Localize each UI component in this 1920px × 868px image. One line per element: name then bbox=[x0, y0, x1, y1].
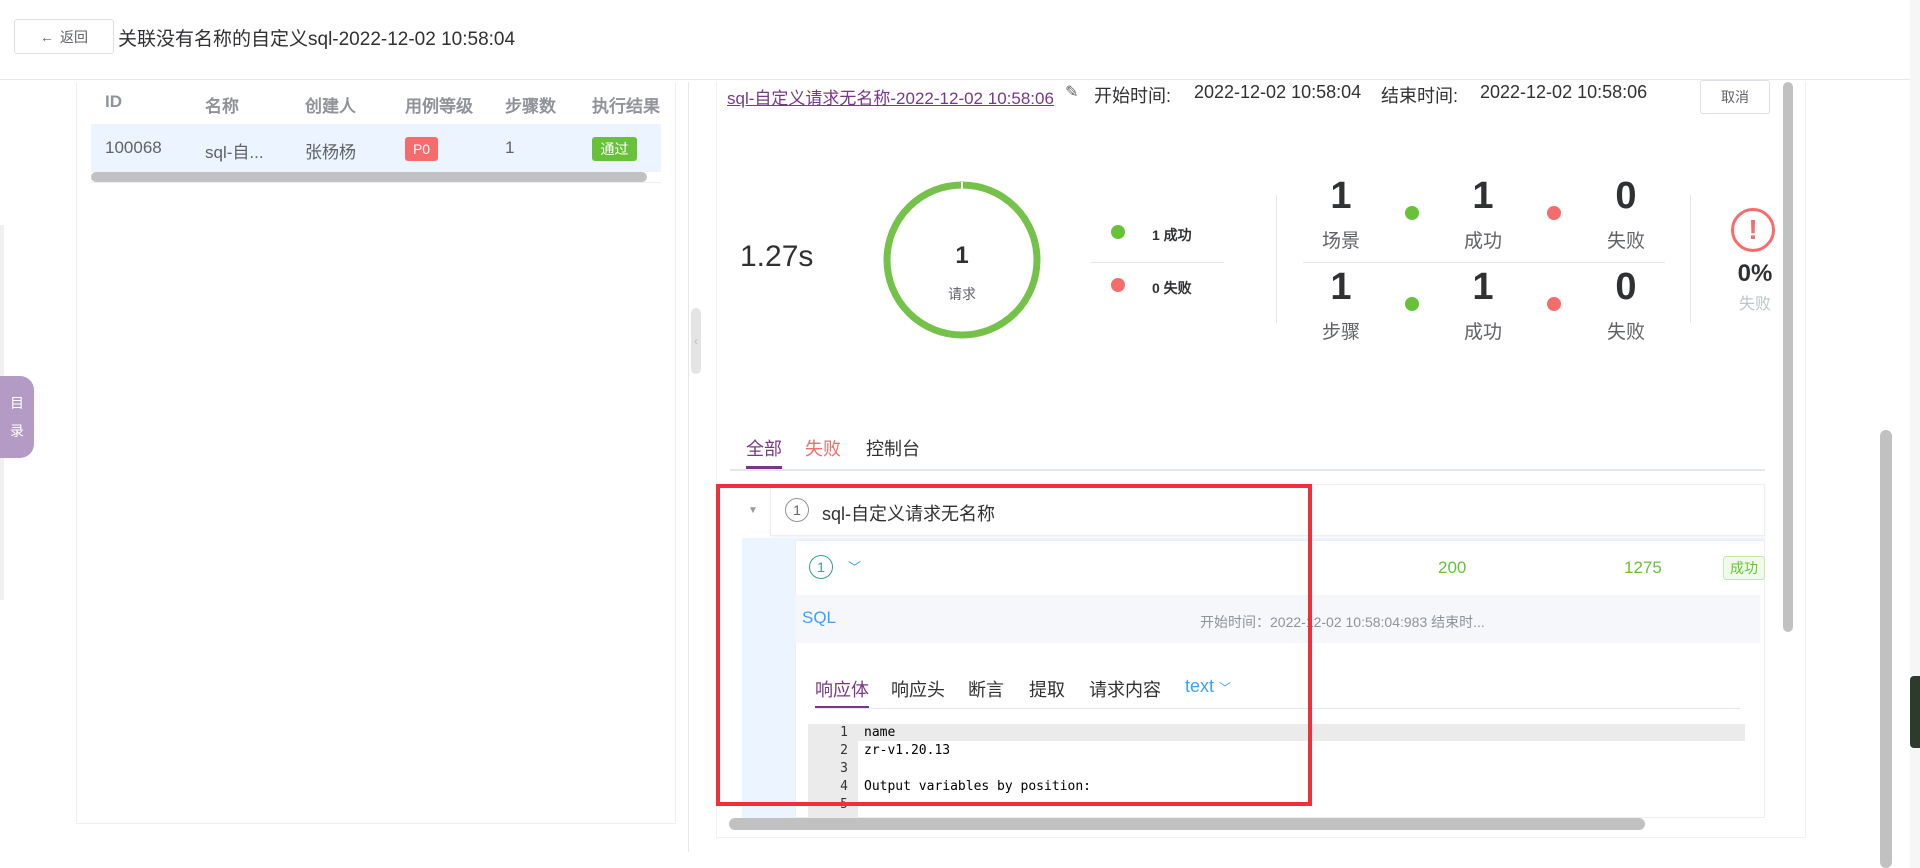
column-header-id[interactable]: ID bbox=[105, 92, 122, 112]
legend-divider bbox=[1090, 262, 1224, 263]
request-count: 1 bbox=[955, 242, 969, 269]
catalog-side-tab[interactable]: 目 录 bbox=[0, 376, 34, 458]
legend-fail: 0 失败 bbox=[1152, 280, 1192, 296]
stats-grid-divider bbox=[1303, 262, 1665, 263]
status-badge: 成功 bbox=[1723, 556, 1765, 580]
fail-percentage-label: 失败 bbox=[1738, 296, 1771, 313]
table-row[interactable] bbox=[91, 124, 661, 172]
scenario-success-dot bbox=[1405, 206, 1419, 220]
step-success-count: 1 bbox=[1472, 266, 1494, 308]
duration-value: 1.27s bbox=[740, 240, 814, 273]
cell-name: sql-自... bbox=[205, 143, 264, 162]
end-time-label: 结束时间: bbox=[1381, 86, 1459, 106]
legend-success: 1 成功 bbox=[1152, 227, 1192, 243]
start-time-value: 2022-12-02 10:58:04 bbox=[1194, 82, 1362, 102]
scenario-label: 场景 bbox=[1321, 231, 1360, 252]
highlight-annotation-box bbox=[716, 484, 1312, 806]
start-time-label: 开始时间: bbox=[1094, 86, 1172, 106]
step-fail-label: 失败 bbox=[1606, 322, 1645, 343]
desktop-widget bbox=[1910, 676, 1920, 748]
response-size: 1275 bbox=[1624, 558, 1662, 577]
column-header-level[interactable]: 用例等级 bbox=[405, 92, 473, 117]
side-tab-char-2: 录 bbox=[10, 423, 24, 439]
active-tab-indicator bbox=[746, 466, 782, 469]
cell-steps: 1 bbox=[505, 138, 515, 157]
report-vertical-scrollbar[interactable] bbox=[1783, 82, 1793, 632]
cell-id: 100068 bbox=[105, 138, 162, 157]
panel-splitter bbox=[688, 82, 689, 852]
chevron-left-icon: ‹ bbox=[694, 334, 698, 348]
request-label: 请求 bbox=[948, 286, 976, 302]
scenario-success-label: 成功 bbox=[1463, 231, 1502, 252]
scenario-count: 1 bbox=[1330, 175, 1352, 217]
success-dot bbox=[1111, 225, 1125, 239]
cancel-button[interactable]: 取消 bbox=[1700, 80, 1770, 114]
step-fail-count: 0 bbox=[1615, 266, 1637, 308]
stats-divider-right bbox=[1690, 195, 1691, 323]
cell-creator: 张杨杨 bbox=[305, 143, 356, 162]
step-count: 1 bbox=[1330, 266, 1352, 308]
tab-all[interactable]: 全部 bbox=[746, 435, 782, 461]
splitter-handle[interactable]: ‹ bbox=[691, 308, 701, 374]
step-fail-dot bbox=[1547, 297, 1561, 311]
step-label: 步骤 bbox=[1321, 322, 1360, 343]
edit-icon[interactable]: ✎ bbox=[1065, 82, 1083, 101]
step-success-label: 成功 bbox=[1463, 322, 1502, 343]
back-button-label: 返回 bbox=[60, 28, 88, 45]
back-button[interactable]: ← 返回 bbox=[14, 19, 114, 54]
fail-dot bbox=[1111, 278, 1125, 292]
scenario-fail-count: 0 bbox=[1615, 175, 1637, 217]
report-horizontal-scrollbar[interactable] bbox=[729, 818, 1645, 830]
table-horizontal-scrollbar[interactable] bbox=[91, 172, 647, 182]
scenario-fail-dot bbox=[1547, 206, 1561, 220]
tab-fail[interactable]: 失败 bbox=[805, 435, 841, 461]
step-success-dot bbox=[1405, 297, 1419, 311]
page-vertical-scrollbar[interactable] bbox=[1880, 430, 1892, 868]
level-tag: P0 bbox=[405, 137, 438, 161]
arrow-left-icon: ← bbox=[40, 28, 54, 45]
result-tag: 通过 bbox=[592, 137, 637, 161]
stats-divider-left bbox=[1276, 195, 1277, 323]
row-divider bbox=[91, 182, 661, 183]
case-list-panel bbox=[76, 82, 676, 824]
tab-bar-line bbox=[730, 469, 1765, 471]
side-tab-char-1: 目 bbox=[10, 395, 24, 411]
column-header-steps[interactable]: 步骤数 bbox=[505, 92, 556, 117]
report-name-link[interactable]: sql-自定义请求无名称-2022-12-02 10:58:06 bbox=[727, 84, 1054, 109]
scenario-success-count: 1 bbox=[1472, 175, 1494, 217]
column-header-creator[interactable]: 创建人 bbox=[305, 92, 356, 117]
column-header-name[interactable]: 名称 bbox=[205, 92, 239, 117]
page-title: 关联没有名称的自定义sql-2022-12-02 10:58:04 bbox=[118, 29, 516, 50]
scenario-fail-label: 失败 bbox=[1606, 231, 1645, 252]
fail-percentage: 0% bbox=[1737, 260, 1773, 287]
warning-icon: ! bbox=[1731, 208, 1775, 252]
response-status-code: 200 bbox=[1438, 558, 1467, 577]
column-header-result[interactable]: 执行结果 bbox=[592, 92, 660, 117]
tab-console[interactable]: 控制台 bbox=[866, 435, 920, 461]
end-time-value: 2022-12-02 10:58:06 bbox=[1480, 82, 1648, 102]
